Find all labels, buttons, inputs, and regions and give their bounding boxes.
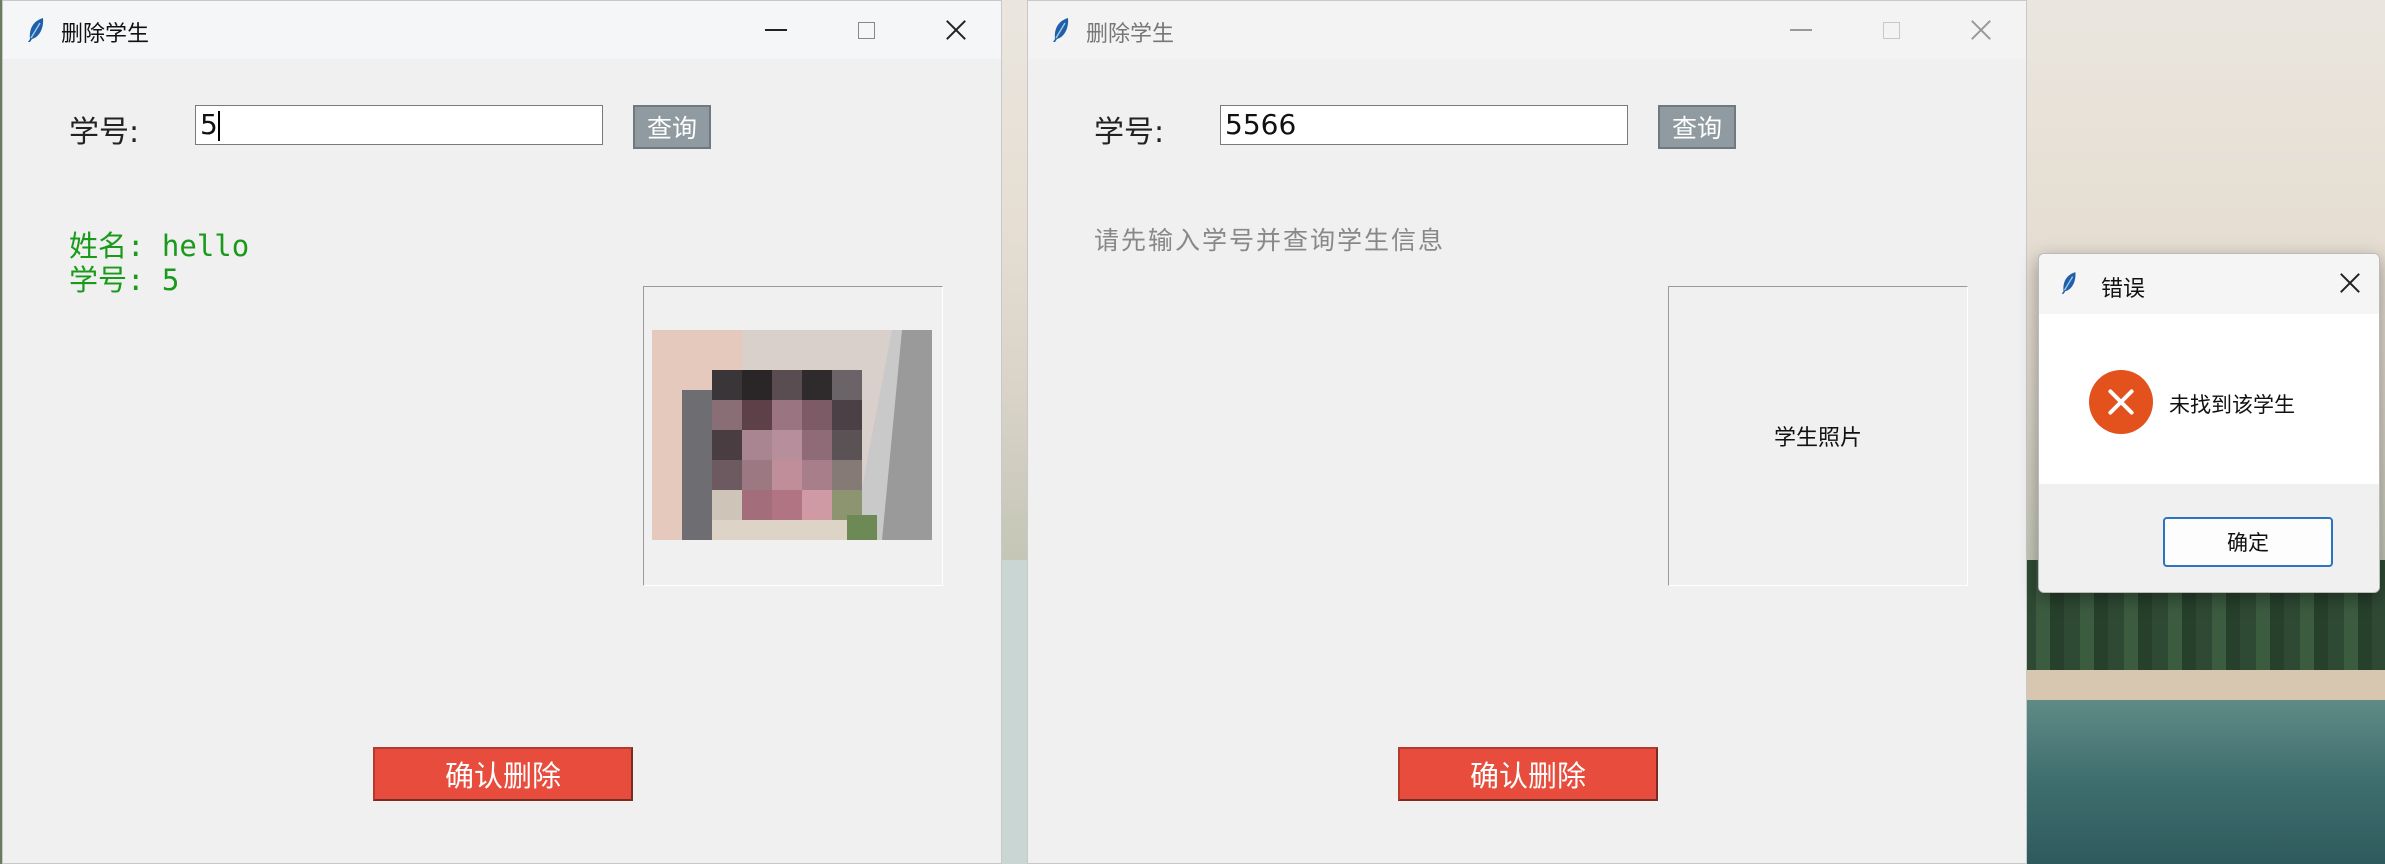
student-id-value: 5566: [1225, 108, 1297, 141]
student-id-label: 学号:: [69, 115, 140, 150]
student-photo: [652, 330, 932, 540]
title-bar[interactable]: 删除学生: [3, 1, 1001, 59]
maximize-icon: [857, 21, 875, 39]
window-title: 删除学生: [61, 22, 150, 47]
dialog-title-bar[interactable]: 错误: [2039, 254, 2379, 314]
maximize-button[interactable]: [1846, 1, 1936, 59]
dialog-footer: 确定: [2039, 484, 2379, 592]
close-icon: [945, 19, 967, 41]
error-message: 未找到该学生: [2169, 393, 2295, 417]
minimize-button[interactable]: [731, 1, 821, 59]
student-photo-frame: [643, 286, 943, 586]
desktop-water: [2020, 700, 2385, 864]
feather-icon: [28, 18, 44, 42]
text-caret: [217, 111, 220, 141]
query-hint: 请先输入学号并查询学生信息: [1094, 226, 1446, 255]
error-icon: [2089, 370, 2153, 434]
error-dialog: 错误 未找到该学生 确定: [2038, 253, 2380, 593]
minimize-button[interactable]: [1756, 1, 1846, 59]
ok-button[interactable]: 确定: [2163, 517, 2333, 567]
minimize-icon: [1790, 29, 1812, 31]
student-photo-frame: 学生照片: [1668, 286, 1968, 586]
maximize-button[interactable]: [821, 1, 911, 59]
query-button[interactable]: 查询: [633, 105, 711, 149]
error-x-mark: [2107, 388, 2135, 416]
feather-icon: [1053, 18, 1069, 42]
title-bar[interactable]: 删除学生: [1028, 1, 2026, 59]
student-id-info: 学号: 5: [69, 263, 180, 297]
photo-placeholder: 学生照片: [1773, 426, 1862, 451]
student-id-input[interactable]: 5566: [1220, 105, 1628, 145]
window-title: 删除学生: [1086, 22, 1175, 47]
desktop-shore: [2020, 670, 2385, 700]
dialog-close-button[interactable]: [2339, 272, 2361, 294]
delete-student-window-left: 删除学生 学号: 5 查询 姓名: hello 学号: 5 确认删除: [2, 0, 1002, 864]
maximize-icon: [1882, 21, 1900, 39]
dialog-body: 未找到该学生: [2039, 314, 2379, 484]
student-id-label: 学号:: [1094, 115, 1165, 150]
confirm-delete-button[interactable]: 确认删除: [373, 747, 633, 801]
feather-icon: [2061, 272, 2076, 294]
close-button[interactable]: [1936, 1, 2026, 59]
student-id-input[interactable]: 5: [195, 105, 603, 145]
close-icon: [1970, 19, 1992, 41]
confirm-delete-button[interactable]: 确认删除: [1398, 747, 1658, 801]
dialog-title: 错误: [2101, 277, 2146, 302]
query-button[interactable]: 查询: [1658, 105, 1736, 149]
pixelated-photo: [652, 330, 932, 540]
delete-student-window-right: 删除学生 学号: 5566 查询 请先输入学号并查询学生信息 学生照片 确认删除: [1027, 0, 2027, 864]
close-button[interactable]: [911, 1, 1001, 59]
student-id-value: 5: [200, 108, 218, 141]
minimize-icon: [765, 29, 787, 31]
